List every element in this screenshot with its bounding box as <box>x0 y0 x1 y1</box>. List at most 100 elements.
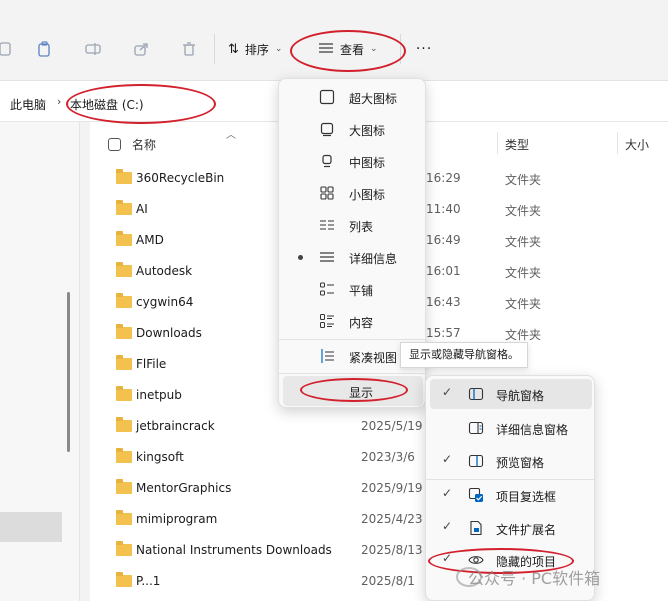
file-date: 2025/8/13 <box>361 543 423 557</box>
folder-icon <box>116 293 132 308</box>
select-all-checkbox[interactable] <box>108 138 121 151</box>
column-header-name[interactable]: 名称 <box>132 136 156 153</box>
submenu-item-preview-pane[interactable]: ✓ 预览窗格 <box>430 446 592 476</box>
file-type: 文件夹 <box>505 328 542 342</box>
menu-item-large-icons[interactable]: 大图标 <box>283 114 423 144</box>
nav-scrollbar[interactable] <box>67 292 70 452</box>
file-date: 2025/9/19 <box>361 481 423 495</box>
file-type: 文件夹 <box>505 266 542 280</box>
menu-item-label: 小图标 <box>349 188 386 202</box>
file-name: 360RecycleBin <box>136 171 225 185</box>
file-date: 16:43 <box>426 295 461 309</box>
folder-icon <box>116 231 132 246</box>
file-name: kingsoft <box>136 450 184 464</box>
checkmark-icon: ✓ <box>442 452 453 466</box>
column-divider <box>497 132 498 154</box>
menu-item-extra-large-icons[interactable]: 超大图标 <box>283 82 423 112</box>
menu-item-label: 中图标 <box>349 156 386 170</box>
folder-icon <box>116 262 132 277</box>
submenu-item-navigation-pane[interactable]: ✓ 导航窗格 <box>430 379 592 409</box>
submenu-item-item-check-boxes[interactable]: ✓ 项目复选框 <box>430 480 592 510</box>
navigation-pane <box>0 122 80 601</box>
menu-item-label: 平铺 <box>349 284 374 298</box>
details-icon <box>319 249 335 265</box>
file-name: cygwin64 <box>136 295 194 309</box>
menu-item-label: 列表 <box>349 220 374 234</box>
file-name: National Instruments Downloads <box>136 543 332 557</box>
navigation-pane-icon <box>468 386 484 402</box>
sort-button[interactable]: ⇅ 排序 ⌄ <box>228 38 282 60</box>
file-date: 16:01 <box>426 264 461 278</box>
folder-icon <box>116 541 132 556</box>
folder-icon <box>116 169 132 184</box>
column-divider <box>617 132 618 154</box>
folder-icon <box>116 355 132 370</box>
delete-icon[interactable] <box>178 38 200 60</box>
column-header-size[interactable]: 大小 <box>625 136 649 153</box>
selected-dot-icon <box>298 255 303 260</box>
menu-item-label: 超大图标 <box>349 92 398 106</box>
folder-icon <box>116 572 132 587</box>
menu-item-details[interactable]: 详细信息 <box>283 242 423 272</box>
breadcrumb-this-pc[interactable]: 此电脑 <box>10 96 46 113</box>
tooltip: 显示或隐藏导航窗格。 <box>400 342 528 368</box>
menu-item-medium-icons[interactable]: 中图标 <box>283 146 423 176</box>
checkbox-icon <box>468 487 484 503</box>
checkmark-icon: ✓ <box>442 385 453 399</box>
cut-icon[interactable] <box>0 38 16 60</box>
more-options-button[interactable]: ··· <box>412 38 436 60</box>
annotation-ellipse-drive <box>66 84 216 124</box>
column-header-type[interactable]: 类型 <box>505 136 529 153</box>
annotation-ellipse-show <box>300 378 408 402</box>
submenu-item-details-pane[interactable]: 详细信息窗格 <box>430 413 592 443</box>
checkmark-icon: ✓ <box>442 519 453 533</box>
share-icon[interactable] <box>130 38 152 60</box>
file-date: 2025/4/23 <box>361 512 423 526</box>
menu-item-tiles[interactable]: 平铺 <box>283 274 423 304</box>
file-date: 16:29 <box>426 171 461 185</box>
chevron-right-icon[interactable]: › <box>57 95 61 108</box>
file-type: 文件夹 <box>505 204 542 218</box>
submenu-item-file-name-extensions[interactable]: ✓ 文件扩展名 <box>430 513 592 543</box>
file-name: jetbraincrack <box>136 419 215 433</box>
file-name: P...1 <box>136 574 161 588</box>
file-date: 11:40 <box>426 202 461 216</box>
annotation-ellipse-view <box>290 30 406 72</box>
folder-icon <box>116 200 132 215</box>
sort-ascending-icon: ︿ <box>226 130 236 141</box>
large-icons-icon <box>319 121 335 137</box>
submenu-item-label: 项目复选框 <box>496 490 557 504</box>
submenu-item-label: 预览窗格 <box>496 456 545 470</box>
submenu-item-label: 详细信息窗格 <box>496 423 569 437</box>
preview-pane-icon <box>468 453 484 469</box>
menu-item-list[interactable]: 列表 <box>283 210 423 240</box>
file-date: 15:57 <box>426 326 461 340</box>
nav-selected-item[interactable] <box>0 512 62 542</box>
sort-icon: ⇅ <box>228 41 239 57</box>
file-date: 2023/3/6 <box>361 450 415 464</box>
paste-icon[interactable] <box>34 38 56 60</box>
file-name: MentorGraphics <box>136 481 232 495</box>
file-type: 文件夹 <box>505 173 542 187</box>
file-name: mimiprogram <box>136 512 218 526</box>
menu-item-content[interactable]: 内容 <box>283 306 423 336</box>
rename-icon[interactable] <box>82 38 104 60</box>
menu-divider <box>279 339 425 340</box>
file-name: AI <box>136 202 148 216</box>
file-date: 2025/5/19 <box>361 419 423 433</box>
menu-divider <box>279 373 425 374</box>
file-name: inetpub <box>136 388 182 402</box>
details-pane-icon <box>468 420 484 436</box>
submenu-item-label: 导航窗格 <box>496 389 545 403</box>
submenu-item-label: 文件扩展名 <box>496 523 557 537</box>
medium-icons-icon <box>319 153 335 169</box>
menu-item-small-icons[interactable]: 小图标 <box>283 178 423 208</box>
file-name: Downloads <box>136 326 202 340</box>
small-icons-icon <box>319 185 335 201</box>
folder-icon <box>116 448 132 463</box>
file-type: 文件夹 <box>505 297 542 311</box>
folder-icon <box>116 510 132 525</box>
folder-icon <box>116 386 132 401</box>
chevron-down-icon: ⌄ <box>274 44 283 54</box>
file-name: AMD <box>136 233 164 247</box>
